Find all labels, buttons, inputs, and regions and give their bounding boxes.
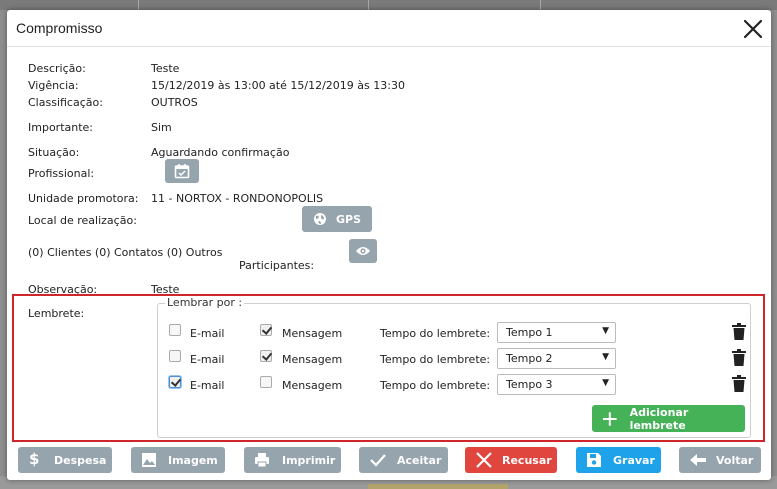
- message-checkbox[interactable]: [260, 376, 272, 388]
- printer-icon: [255, 453, 269, 468]
- background-divider: [540, 0, 541, 10]
- close-icon: [743, 19, 763, 39]
- situacao-label: Situação:: [28, 146, 80, 159]
- trash-icon[interactable]: [732, 323, 746, 340]
- reminder-time-select[interactable]: Tempo 1 ▼: [497, 322, 616, 343]
- message-label: Mensagem: [282, 353, 343, 366]
- back-button[interactable]: Voltar: [679, 447, 761, 473]
- message-checkbox[interactable]: [260, 350, 272, 362]
- checkmark-icon: [370, 454, 386, 467]
- vigencia-value: 15/12/2019 às 13:00 até 15/12/2019 às 13…: [151, 79, 405, 92]
- reminder-time-select[interactable]: Tempo 3 ▼: [497, 374, 616, 395]
- trash-icon[interactable]: [732, 349, 746, 366]
- calendar-icon: [174, 164, 190, 179]
- unidade-value: 11 - NORTOX - RONDONOPOLIS: [151, 192, 324, 205]
- email-checkbox[interactable]: [169, 376, 181, 388]
- profissional-calendar-button[interactable]: [165, 159, 199, 183]
- email-label: E-mail: [190, 353, 225, 366]
- view-participants-button[interactable]: [349, 239, 377, 263]
- email-label: E-mail: [190, 379, 225, 392]
- back-label: Voltar: [716, 454, 754, 467]
- appointment-dialog: Compromisso Descrição: Teste Vigência: 1…: [7, 10, 771, 480]
- email-label: E-mail: [190, 327, 225, 340]
- situacao-value: Aguardando confirmação: [151, 146, 290, 159]
- reminder-legend: Lembrar por :: [165, 296, 245, 309]
- reminder-row: E-mail Mensagem Tempo do lembrete: Tempo…: [157, 348, 751, 372]
- dropdown-arrow-icon: ▼: [602, 378, 609, 388]
- print-button[interactable]: Imprimir: [244, 447, 341, 473]
- globe-icon: [313, 213, 326, 225]
- unidade-label: Unidade promotora:: [28, 192, 139, 205]
- image-label: Imagem: [168, 454, 218, 467]
- message-checkbox[interactable]: [260, 324, 272, 336]
- gps-label: GPS: [335, 212, 361, 226]
- save-button[interactable]: Gravar: [576, 447, 661, 473]
- dropdown-arrow-icon: ▼: [602, 326, 609, 336]
- expense-button[interactable]: $ Despesa: [18, 447, 112, 473]
- participantes-label: Participantes:: [239, 259, 315, 272]
- local-label: Local de realização:: [28, 214, 137, 227]
- dollar-icon: $: [29, 450, 40, 468]
- reminder-time-select[interactable]: Tempo 2 ▼: [497, 348, 616, 369]
- dropdown-arrow-icon: ▼: [602, 352, 609, 362]
- refuse-button[interactable]: Recusar: [465, 447, 557, 473]
- accept-button[interactable]: Aceitar: [359, 447, 448, 473]
- add-reminder-button[interactable]: Adicionar lembrete: [592, 405, 745, 432]
- reminder-row: E-mail Mensagem Tempo do lembrete: Tempo…: [157, 322, 751, 346]
- eye-icon: [356, 247, 370, 255]
- background-divider: [138, 0, 139, 10]
- reminder-row: E-mail Mensagem Tempo do lembrete: Tempo…: [157, 374, 751, 398]
- expense-label: Despesa: [54, 454, 107, 467]
- importante-label: Importante:: [28, 121, 94, 134]
- plus-icon: [602, 411, 617, 426]
- floppy-disk-icon: [587, 453, 601, 467]
- time-label: Tempo do lembrete:: [380, 353, 491, 366]
- lembrete-label: Lembrete:: [28, 307, 85, 320]
- descricao-label: Descrição:: [28, 62, 86, 75]
- dialog-header: Compromisso: [7, 10, 771, 47]
- close-button[interactable]: [741, 17, 765, 41]
- background-divider: [368, 0, 369, 10]
- dialog-title: Compromisso: [16, 20, 103, 36]
- vigencia-label: Vigência:: [28, 79, 79, 92]
- message-label: Mensagem: [282, 327, 343, 340]
- trash-icon[interactable]: [732, 375, 746, 392]
- background-accent: [368, 484, 508, 489]
- profissional-label: Profissional:: [28, 167, 95, 180]
- message-label: Mensagem: [282, 379, 343, 392]
- x-icon: [476, 452, 492, 468]
- print-label: Imprimir: [282, 454, 336, 467]
- image-button[interactable]: Imagem: [131, 447, 225, 473]
- reminder-time-value: Tempo 2: [506, 352, 553, 365]
- reminder-time-value: Tempo 1: [506, 326, 553, 339]
- accept-label: Aceitar: [397, 454, 442, 467]
- save-label: Gravar: [613, 454, 655, 467]
- background-top: [0, 0, 777, 10]
- time-label: Tempo do lembrete:: [380, 327, 491, 340]
- gps-button[interactable]: GPS: [302, 206, 372, 232]
- arrow-left-icon: [690, 454, 706, 466]
- participantes-counts: (0) Clientes (0) Contatos (0) Outros: [28, 246, 223, 259]
- classificacao-value: OUTROS: [151, 96, 198, 109]
- classificacao-label: Classificação:: [28, 96, 103, 109]
- refuse-label: Recusar: [502, 454, 552, 467]
- image-icon: [142, 453, 156, 467]
- email-checkbox[interactable]: [169, 324, 181, 336]
- importante-value: Sim: [151, 121, 172, 134]
- add-reminder-label: Adicionar lembrete: [629, 405, 689, 432]
- email-checkbox[interactable]: [169, 350, 181, 362]
- descricao-value: Teste: [151, 62, 180, 75]
- time-label: Tempo do lembrete:: [380, 379, 491, 392]
- reminder-time-value: Tempo 3: [506, 378, 553, 391]
